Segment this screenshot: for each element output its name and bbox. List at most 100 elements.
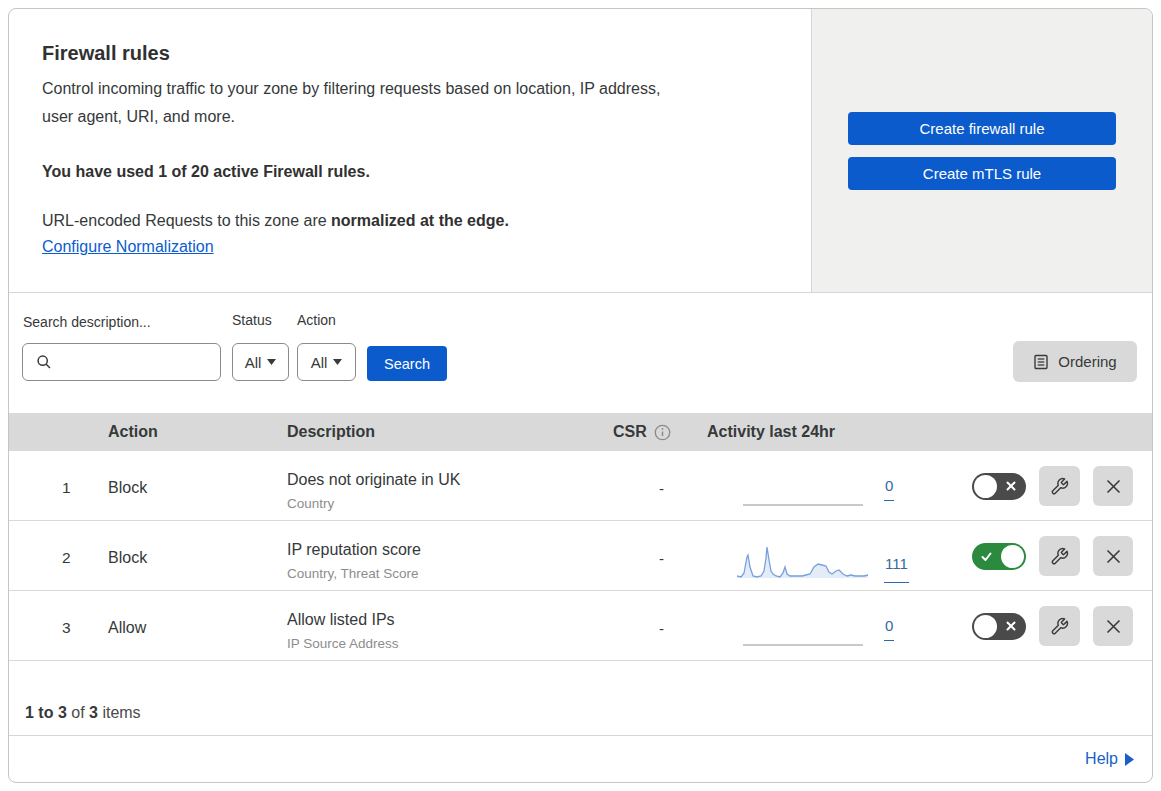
rule-activity-cell: 0 (707, 451, 919, 521)
rule-description: Does not originate in UK (287, 470, 613, 490)
rule-description-cell: Does not originate in UK Country (287, 470, 613, 512)
items-total: 3 (89, 704, 98, 721)
info-icon[interactable] (654, 424, 671, 441)
toggle-knob (1001, 545, 1024, 568)
status-filter-label: Status (232, 312, 272, 328)
rule-action: Allow (108, 619, 287, 637)
header-section: Firewall rules Control incoming traffic … (9, 9, 1152, 293)
column-activity: Activity last 24hr (707, 423, 919, 441)
table-row: 1 Block Does not originate in UK Country… (9, 451, 1152, 521)
close-icon (1105, 548, 1122, 565)
chevron-down-icon (267, 359, 276, 365)
create-mtls-rule-button[interactable]: Create mTLS rule (848, 157, 1116, 190)
list-icon (1033, 354, 1049, 370)
rule-controls (919, 466, 1152, 506)
rule-csr: - (613, 620, 707, 637)
caret-right-icon (1125, 753, 1134, 766)
chevron-down-icon (333, 359, 342, 365)
rule-criteria: Country, Threat Score (287, 565, 613, 582)
activity-count-link[interactable]: 0 (884, 477, 894, 501)
status-filter-value: All (245, 354, 262, 371)
page-description: Control incoming traffic to your zone by… (42, 75, 672, 131)
rule-enabled-toggle[interactable] (972, 543, 1026, 570)
header-text-panel: Firewall rules Control incoming traffic … (9, 9, 812, 292)
rule-controls (919, 606, 1152, 646)
action-filter-select[interactable]: All (297, 343, 356, 381)
rule-index: 1 (9, 479, 108, 497)
activity-flat-line (743, 644, 863, 646)
actions-panel: Create firewall rule Create mTLS rule (812, 9, 1152, 292)
normalization-bold: normalized at the edge. (331, 212, 509, 229)
column-csr: CSR (613, 423, 707, 441)
normalization-statement: URL-encoded Requests to this zone are no… (42, 212, 771, 230)
delete-rule-button[interactable] (1093, 606, 1133, 646)
table-header: Action Description CSR Activity last 24h… (9, 413, 1152, 451)
edit-rule-button[interactable] (1039, 606, 1080, 646)
page-title: Firewall rules (42, 42, 771, 65)
search-button[interactable]: Search (367, 346, 447, 381)
rule-description-cell: IP reputation score Country, Threat Scor… (287, 540, 613, 582)
table-row: 3 Allow Allow listed IPs IP Source Addre… (9, 591, 1152, 661)
rule-action: Block (108, 479, 287, 497)
rule-index: 3 (9, 619, 108, 637)
sparkline-fill (737, 547, 868, 578)
help-footer: Help (9, 736, 1152, 782)
activity-count-link[interactable]: 0 (884, 617, 894, 641)
configure-normalization-link[interactable]: Configure Normalization (42, 238, 214, 256)
search-icon (36, 354, 52, 370)
close-icon (1105, 478, 1122, 495)
column-action: Action (108, 423, 287, 441)
edit-rule-button[interactable] (1039, 466, 1080, 506)
toggle-knob (974, 615, 997, 638)
action-filter-label: Action (297, 312, 336, 328)
rule-description-cell: Allow listed IPs IP Source Address (287, 610, 613, 652)
rule-action: Block (108, 549, 287, 567)
normalization-prefix: URL-encoded Requests to this zone are (42, 212, 331, 229)
rule-activity-cell: 111 (707, 521, 919, 591)
items-word: items (98, 704, 141, 721)
toggle-on-check-icon (980, 550, 993, 563)
help-link-label: Help (1085, 750, 1118, 768)
items-of: of (67, 704, 89, 721)
search-input[interactable] (22, 343, 221, 381)
rule-criteria: Country (287, 495, 613, 512)
help-link[interactable]: Help (1085, 750, 1134, 768)
sparkline-line (737, 547, 868, 577)
activity-sparkline (737, 545, 868, 578)
items-count: 1 to 3 of 3 items (9, 661, 1152, 736)
rule-enabled-toggle[interactable] (972, 613, 1026, 640)
rule-criteria: IP Source Address (287, 635, 613, 652)
ordering-button-label: Ordering (1058, 353, 1116, 370)
wrench-icon (1050, 617, 1069, 636)
activity-flat-line (743, 504, 863, 506)
rule-activity-cell: 0 (707, 591, 919, 661)
table-row: 2 Block IP reputation score Country, Thr… (9, 521, 1152, 591)
rule-index: 2 (9, 549, 108, 567)
rule-controls (919, 536, 1152, 576)
close-icon (1105, 618, 1122, 635)
ordering-button[interactable]: Ordering (1013, 341, 1137, 382)
status-filter-select[interactable]: All (232, 343, 289, 381)
activity-count-link[interactable]: 111 (884, 555, 909, 583)
rule-enabled-toggle[interactable] (972, 473, 1026, 500)
rule-csr: - (613, 480, 707, 497)
usage-statement: You have used 1 of 20 active Firewall ru… (42, 163, 771, 181)
column-description: Description (287, 423, 613, 441)
firewall-rules-card: Firewall rules Control incoming traffic … (8, 8, 1153, 783)
delete-rule-button[interactable] (1093, 466, 1133, 506)
delete-rule-button[interactable] (1093, 536, 1133, 576)
filter-bar: Search description... Status All Action … (9, 293, 1152, 413)
edit-rule-button[interactable] (1039, 536, 1080, 576)
rule-csr: - (613, 550, 707, 567)
search-description-label: Search description... (23, 314, 151, 330)
rule-description: Allow listed IPs (287, 610, 613, 630)
action-filter-value: All (311, 354, 328, 371)
wrench-icon (1050, 547, 1069, 566)
rule-description: IP reputation score (287, 540, 613, 560)
wrench-icon (1050, 477, 1069, 496)
toggle-knob (974, 475, 997, 498)
create-firewall-rule-button[interactable]: Create firewall rule (848, 112, 1116, 145)
toggle-off-x-icon (1005, 620, 1017, 632)
toggle-off-x-icon (1005, 480, 1017, 492)
column-csr-label: CSR (613, 423, 647, 441)
